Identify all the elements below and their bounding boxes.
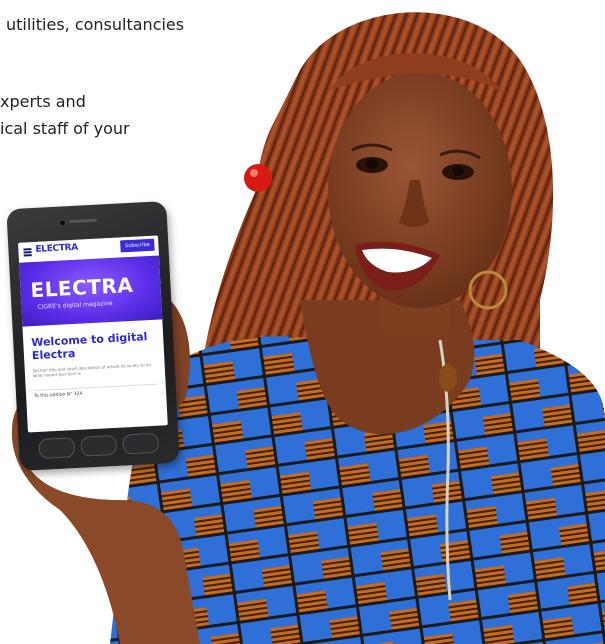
home-button[interactable] bbox=[80, 434, 118, 457]
recent-apps-button[interactable] bbox=[122, 432, 160, 455]
hero-banner: ELECTRA CIGRE's digital magazine bbox=[19, 255, 163, 327]
hamburger-menu-icon[interactable] bbox=[23, 248, 32, 257]
hero-subtitle: CIGRE's digital magazine bbox=[37, 299, 113, 311]
description-text: Section title and short description of a… bbox=[32, 362, 152, 379]
phone-screen: ELECTRA Subscribe ELECTRA CIGRE's digita… bbox=[18, 235, 168, 433]
subscribe-button[interactable]: Subscribe bbox=[120, 238, 155, 253]
welcome-heading: Welcome to digital Electra bbox=[30, 330, 148, 363]
back-button[interactable] bbox=[38, 437, 76, 459]
edition-link[interactable]: To this edition N° 324 bbox=[33, 383, 159, 400]
smartphone: ELECTRA Subscribe ELECTRA CIGRE's digita… bbox=[6, 200, 180, 472]
hero-title: ELECTRA bbox=[29, 272, 134, 303]
electra-logo: ELECTRA bbox=[35, 242, 79, 255]
